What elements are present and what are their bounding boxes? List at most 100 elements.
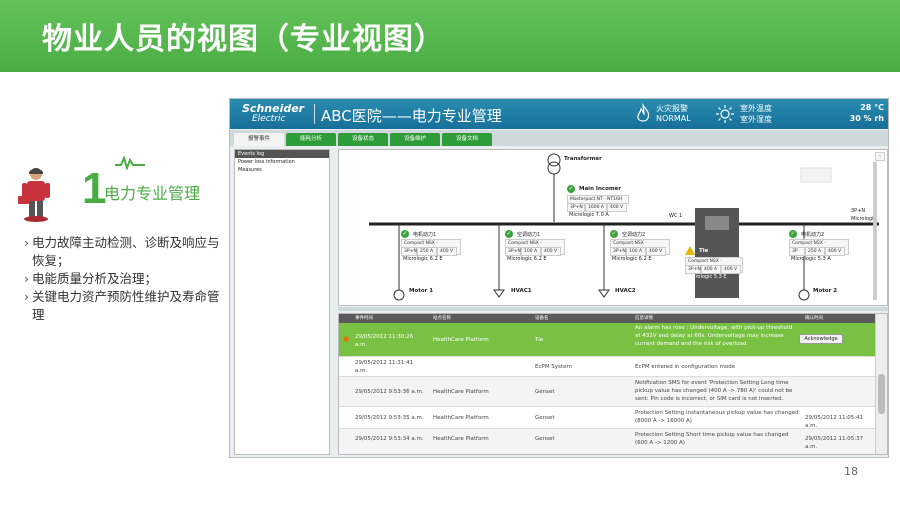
event-time: 29/05/2012 9:53:35 a.m. [355, 415, 424, 421]
fire-alarm-icon [637, 103, 650, 122]
sidebar-item-events-log[interactable]: Events log [235, 150, 329, 158]
main-incomer-poles: 3P+N [567, 203, 585, 212]
load-label: Motor 1 [409, 288, 434, 294]
bullet-item: 关键电力资产预防性维护及寿命管理 [24, 288, 229, 324]
feeder-voltage: 400 V [541, 247, 561, 256]
tie-current: 400 A [701, 265, 721, 274]
fire-alarm-label: 火灾报警 [656, 104, 688, 113]
ok-check-icon: ✓ [789, 230, 797, 238]
step-number: 1 [82, 164, 107, 213]
table-row[interactable]: ● 29/05/2012 11:30:26 a.m. HealthCare Pl… [339, 323, 875, 357]
table-row[interactable]: 29/05/2012 9:53:35 a.m. HealthCare Platf… [339, 407, 875, 429]
events-table-header: 事件时间 站点名称 设备名 信息详情 确认时间 [339, 314, 875, 323]
tab-energy-analysis[interactable]: 能耗分析 [286, 133, 336, 146]
event-device: Genset [535, 389, 555, 395]
temperature-label: 室外温度 [740, 104, 772, 113]
temperature-value: 28 °C [860, 103, 884, 112]
tie-label: Tie [699, 248, 709, 254]
humidity-value: 30 % rh [849, 114, 884, 123]
tab-bar: 报警事件 能耗分析 设备状态 设备维护 设备文档 [230, 130, 888, 146]
tab-device-documents[interactable]: 设备文档 [442, 133, 492, 146]
feeder-poles: 3P [789, 247, 805, 256]
partial-feeder-poles: 3P+N [851, 208, 866, 214]
scroll-left-icon[interactable]: ‹ [875, 152, 885, 161]
event-time: 29/05/2012 11:31:41 a.m. [355, 360, 414, 374]
event-details: EcPM entered in configuration mode [635, 364, 736, 370]
col-details[interactable]: 信息详情 [635, 314, 653, 323]
feeder-current: 100 A [521, 247, 541, 256]
page-number: 18 [844, 465, 858, 478]
tie-trip: Micrologic 5.3 E [687, 274, 727, 280]
acknowledge-button[interactable]: Acknowledge [799, 334, 843, 344]
feeder-poles: 3P+N [401, 247, 417, 256]
warning-icon [685, 246, 695, 255]
tab-device-maintenance[interactable]: 设备维护 [390, 133, 440, 146]
electric-wave-icon [115, 156, 145, 170]
event-details: Protection Setting Short time pickup val… [635, 432, 789, 446]
event-time: 29/05/2012 11:30:26 a.m. [355, 334, 414, 348]
main-incomer-current: 1600 A [585, 203, 607, 212]
feeder-current: 100 A [626, 247, 646, 256]
transformer-label: Transformer [564, 156, 602, 162]
sidebar: Events log Power loss information Measur… [234, 149, 330, 455]
event-details: An alarm has rose : Undervoltage, with p… [635, 325, 793, 347]
header-divider [314, 104, 315, 124]
table-row[interactable]: 29/05/2012 11:31:41 a.m. EcPM System EcP… [339, 357, 875, 377]
feeder-voltage: 400 V [825, 247, 845, 256]
app-header: Schneider Electric ABC医院——电力专业管理 火灾报警 NO… [230, 99, 888, 129]
single-line-diagram: Transformer ✓ Main Incomer Masterpact NT… [338, 149, 888, 306]
feeder-current: 250 A [417, 247, 437, 256]
brand-logo-sub: Electric [252, 114, 286, 124]
feeder-trip: Micrologic 5.3 A [791, 256, 831, 262]
tab-alarm-events[interactable]: 报警事件 [234, 133, 284, 146]
feeder-trip: Micrologic 6.2 E [403, 256, 443, 262]
feeder-current: 250 A [805, 247, 825, 256]
feeder-poles: 3P+N [505, 247, 521, 256]
col-device[interactable]: 设备名 [535, 314, 549, 323]
load-label: HVAC2 [615, 288, 636, 294]
title-banner: 物业人员的视图（专业视图） [0, 0, 900, 72]
bullet-item: 电能质量分析及治理； [24, 270, 229, 288]
event-details: Notification SMS for event 'Protection S… [635, 380, 793, 402]
feeder-name: 空调动力2 [622, 232, 646, 238]
event-time: 29/05/2012 9:53:34 a.m. [355, 436, 424, 442]
event-site: HealthCare Platform [433, 337, 489, 343]
partial-feeder-trip: Micrologi [851, 216, 874, 222]
events-table: 事件时间 站点名称 设备名 信息详情 确认时间 ● 29/05/2012 11:… [338, 313, 888, 455]
page-title: 物业人员的视图（专业视图） [42, 22, 445, 57]
tie-voltage: 400 V [721, 265, 741, 274]
table-row[interactable]: 29/05/2012 9:53:36 a.m. HealthCare Platf… [339, 377, 875, 407]
load-label: Motor 2 [813, 288, 838, 294]
events-scrollbar[interactable] [875, 314, 887, 454]
ok-check-icon: ✓ [567, 185, 575, 193]
event-device: Genset [535, 415, 555, 421]
event-site: HealthCare Platform [433, 389, 489, 395]
sidebar-item-power-loss[interactable]: Power loss information [235, 158, 329, 166]
app-title: ABC医院——电力专业管理 [321, 107, 502, 125]
event-time: 29/05/2012 9:53:36 a.m. [355, 389, 424, 395]
weather-icon [716, 105, 734, 123]
tie-poles: 3P+N [685, 265, 701, 274]
col-ack-time[interactable]: 确认时间 [805, 314, 823, 323]
event-ack-time: 29/05/2012 11:05:41 a.m. [805, 415, 864, 429]
maintenance-worker-icon [18, 168, 50, 222]
col-event-time[interactable]: 事件时间 [355, 314, 373, 323]
feeder-trip: Micrologic 6.2 E [507, 256, 547, 262]
panel-splitter[interactable] [338, 307, 888, 311]
sidebar-item-measures[interactable]: Measures [235, 166, 329, 174]
event-details: Protection Setting Instantaneous pickup … [635, 410, 799, 424]
event-site: HealthCare Platform [433, 436, 489, 442]
feeder-voltage: 400 V [646, 247, 666, 256]
humidity-label: 室外湿度 [740, 115, 772, 124]
feeder-trip: Micrologic 6.2 E [612, 256, 652, 262]
col-site[interactable]: 站点名称 [433, 314, 451, 323]
busbar-label: WC 1 [669, 213, 683, 219]
event-ack-time: 29/05/2012 11:05:37 a.m. [805, 436, 864, 450]
ok-check-icon: ✓ [505, 230, 513, 238]
scrollbar-thumb[interactable] [878, 374, 885, 414]
main-incomer-trip: Micrologic 7.0 A [569, 212, 609, 218]
table-row[interactable]: 29/05/2012 9:53:34 a.m. HealthCare Platf… [339, 429, 875, 454]
section-title: 电力专业管理 [104, 184, 201, 203]
tab-device-status[interactable]: 设备状态 [338, 133, 388, 146]
event-device: EcPM System [535, 364, 572, 370]
